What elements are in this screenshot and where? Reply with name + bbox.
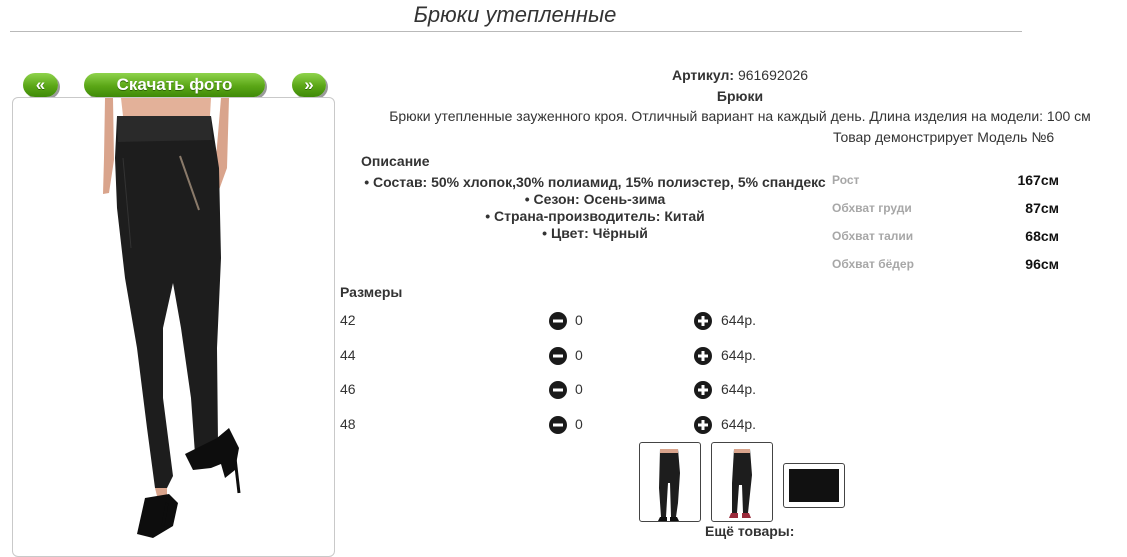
- plus-circle-icon[interactable]: [694, 312, 712, 330]
- plus-circle-icon[interactable]: [694, 381, 712, 399]
- quantity-value: 0: [575, 347, 583, 363]
- model-param-value: 167см: [1017, 172, 1059, 188]
- page-title: Брюки утепленные: [413, 2, 617, 27]
- thumbnail-image: [729, 449, 752, 518]
- model-param-label: Обхват талии: [832, 229, 914, 243]
- quantity-value: 0: [575, 312, 583, 328]
- prev-photo-button[interactable]: «: [23, 73, 58, 97]
- article-line: Артикул: 961692026: [340, 67, 1127, 83]
- size-label: 46: [340, 381, 356, 397]
- thumbnail-2[interactable]: [711, 442, 773, 522]
- size-row: 42 0 644р.: [340, 310, 780, 332]
- thumbnail-3[interactable]: [783, 463, 845, 508]
- size-price: 644р.: [721, 381, 757, 397]
- download-photo-button[interactable]: Скачать фото: [84, 73, 265, 97]
- description-item: Состав: 50% хлопок,30% полиамид, 15% пол…: [360, 174, 830, 191]
- size-price: 644р.: [721, 347, 757, 363]
- thumbnail-image: [789, 469, 839, 502]
- article-label: Артикул:: [671, 67, 735, 83]
- product-category: Брюки: [716, 88, 764, 104]
- size-row: 48 0 644р.: [340, 414, 780, 436]
- product-description: Брюки утепленные зауженного кроя. Отличн…: [389, 108, 1091, 124]
- size-label: 42: [340, 312, 356, 328]
- next-photo-button[interactable]: »: [292, 73, 326, 97]
- minus-circle-icon[interactable]: [549, 416, 567, 434]
- description-list: Состав: 50% хлопок,30% полиамид, 15% пол…: [360, 174, 830, 242]
- description-item: Цвет: Чёрный: [360, 225, 830, 242]
- size-label: 44: [340, 347, 356, 363]
- model-param-value: 87см: [1025, 200, 1059, 216]
- more-products-heading: Ещё товары:: [705, 523, 795, 539]
- sizes-heading: Размеры: [340, 284, 403, 300]
- size-price: 644р.: [721, 416, 757, 432]
- size-row: 44 0 644р.: [340, 345, 780, 367]
- model-param-value: 68см: [1025, 228, 1059, 244]
- model-param-label: Обхват бёдер: [832, 257, 914, 271]
- minus-circle-icon[interactable]: [549, 347, 567, 365]
- quantity-value: 0: [575, 381, 583, 397]
- article-value: 961692026: [737, 67, 809, 83]
- model-note: Товар демонстрирует Модель №6: [833, 129, 1055, 145]
- thumbnail-1[interactable]: [639, 442, 701, 522]
- size-price: 644р.: [721, 312, 757, 328]
- plus-circle-icon[interactable]: [694, 347, 712, 365]
- description-heading: Описание: [361, 153, 430, 169]
- title-divider: [10, 31, 1022, 32]
- plus-circle-icon[interactable]: [694, 416, 712, 434]
- size-row: 46 0 644р.: [340, 379, 780, 401]
- product-photo-image: [103, 98, 241, 538]
- size-label: 48: [340, 416, 356, 432]
- quantity-value: 0: [575, 416, 583, 432]
- minus-circle-icon[interactable]: [549, 312, 567, 330]
- model-param-label: Рост: [832, 173, 860, 187]
- model-param-value: 96см: [1025, 256, 1059, 272]
- description-item: Сезон: Осень-зима: [360, 191, 830, 208]
- model-param-label: Обхват груди: [832, 201, 912, 215]
- minus-circle-icon[interactable]: [549, 381, 567, 399]
- product-photo[interactable]: [12, 97, 335, 557]
- description-item: Страна-производитель: Китай: [360, 208, 830, 225]
- thumbnail-image: [658, 449, 680, 521]
